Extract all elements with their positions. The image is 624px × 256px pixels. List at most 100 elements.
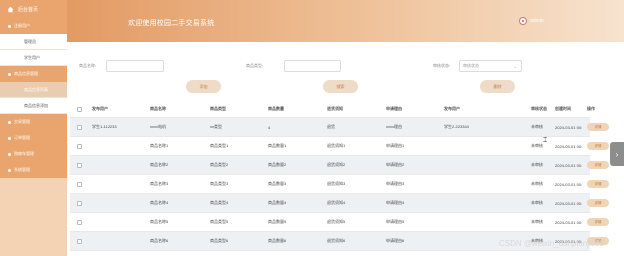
search-button[interactable]: 搜索 (323, 80, 358, 93)
review-status-label: 审核状态: (433, 63, 451, 68)
table-cell: xx类型 (210, 124, 222, 129)
row-checkbox[interactable] (77, 124, 82, 130)
table-cell: 未审核 (531, 200, 543, 205)
action-cell: 详情 (587, 156, 609, 174)
table-cell: 未审核 (531, 124, 543, 129)
table-cell: 商品名称3 (150, 181, 169, 186)
table-cell: 商品类型5 (210, 219, 229, 224)
sidebar-group[interactable]: 购物车管理 (0, 146, 67, 162)
table-cell: 2024-03-01 00: (555, 143, 583, 149)
delete-button[interactable]: 删除 (480, 80, 515, 93)
sidebar-home[interactable]: 后台首页 (0, 0, 67, 18)
table-cell: 申请理由2 (386, 162, 405, 167)
table-cell: 退货须知2 (327, 162, 346, 167)
table-cell: 未审核 (531, 143, 543, 148)
table-cell: 退货须知5 (327, 219, 346, 224)
table-header-cell: 申请理由 (386, 106, 402, 111)
detail-button[interactable]: 详情 (587, 199, 609, 207)
table-cell: 申请理由3 (386, 181, 405, 186)
table-cell: 学生1-112233 (92, 124, 117, 129)
header: 欢迎使用校园二手交易系统 admin (67, 0, 624, 42)
row-checkbox[interactable] (77, 219, 82, 225)
sidebar-group[interactable]: 系统管理 (0, 162, 67, 178)
action-cell: 详情 (587, 137, 609, 155)
table-cell: 商品名称1 (150, 143, 169, 148)
table-row: 商品名称4 商品类型4 商品数量4 退货须知4 申请理由4 未审核 2024-03-01 0… (70, 194, 609, 213)
menu-dot-icon (8, 120, 11, 124)
table-cell: 退货须知4 (327, 200, 346, 205)
sidebar-item-label: 学生用户 (24, 54, 40, 60)
sidebar-group[interactable]: 交易管理 (0, 114, 67, 130)
table-header-cell: 商品名称 (150, 106, 166, 111)
sidebar-item-label: 商品信息管理 (14, 71, 38, 76)
review-status-value: 审核状态 (463, 63, 479, 68)
action-cell: 详情 (587, 213, 609, 231)
data-table: 发布用户 商品名称 商品类型 商品数量 退货须知 申请理由 发布用户 审核状态 创建时间 操作 学生… (70, 101, 609, 251)
product-type-input[interactable] (284, 60, 341, 72)
chevron-right-icon: › (615, 149, 619, 159)
sidebar-group[interactable]: 注册用户 (0, 18, 67, 34)
table-cell: 商品类型1 (210, 143, 229, 148)
table-cell: 学生2-223344 (444, 124, 469, 129)
table-cell: 2024-03-01 00: (555, 200, 583, 206)
detail-button[interactable]: 详情 (587, 218, 609, 226)
table-row: 商品名称1 商品类型1 商品数量1 退货须知1 申请理由1 未审核 2024-03-01 0… (70, 137, 609, 156)
table-cell: 未审核 (531, 162, 543, 167)
next-arrow[interactable]: › (610, 142, 624, 166)
table-cell: 4 (268, 124, 271, 130)
table-row: 商品名称5 商品类型5 商品数量5 退货须知5 申请理由5 未审核 2024-03-01 0… (70, 213, 609, 232)
detail-button[interactable]: 详情 (587, 180, 609, 188)
table-cell: 商品数量2 (268, 162, 287, 167)
table-cell: 商品名称5 (150, 219, 169, 224)
table-cell: 商品名称4 (150, 200, 169, 205)
table-header-cell: 审核状态 (531, 106, 547, 111)
mouse-cursor-icon: ⌶ (543, 137, 548, 144)
row-checkbox[interactable] (77, 200, 82, 206)
sidebar-group[interactable]: 商品信息管理 (0, 66, 67, 82)
detail-button[interactable]: 详情 (587, 161, 609, 169)
chevron-down-icon: ⌄ (513, 64, 517, 69)
sidebar-item[interactable]: 商品信息添加 (0, 98, 67, 114)
detail-button[interactable]: 详情 (587, 142, 609, 150)
row-checkbox[interactable] (77, 181, 82, 187)
product-type-label: 商品类型: (246, 63, 264, 68)
sidebar-item[interactable]: 学生用户 (0, 50, 67, 66)
table-cell: 退货须知1 (327, 143, 346, 148)
table-cell: 商品数量4 (268, 200, 287, 205)
sidebar-group[interactable]: 订单管理 (0, 130, 67, 146)
table-row: 商品名称3 商品类型3 商品数量3 退货须知3 申请理由3 未审核 2024-03-01 0… (70, 175, 609, 194)
sidebar-item[interactable]: 商品信息列表 (0, 82, 67, 98)
table-header-cell: 操作 (587, 106, 595, 111)
watermark: CSDN @weixin_danpianji889 (499, 239, 605, 248)
row-checkbox[interactable] (77, 143, 82, 149)
table-cell: 商品名称6 (150, 238, 169, 243)
table-cell: 商品类型6 (210, 238, 229, 243)
detail-button[interactable]: 详情 (587, 123, 609, 131)
home-icon (7, 6, 14, 13)
sidebar-item-label: 购物车管理 (14, 151, 34, 156)
table-cell: 商品类型2 (210, 162, 229, 167)
table-header-cell: 发布用户 (444, 106, 460, 111)
user-menu[interactable]: admin (519, 17, 544, 25)
action-cell: 详情 (587, 194, 609, 212)
table-cell: 2024-03-01 00: (555, 219, 583, 225)
table-cell: 未审核 (531, 181, 543, 186)
select-all-checkbox[interactable] (77, 106, 82, 112)
table-header-cell: 创建时间 (555, 106, 571, 111)
username: admin (530, 18, 544, 24)
row-checkbox[interactable] (77, 238, 82, 244)
sidebar-item-label: 管理员 (24, 38, 36, 44)
menu-dot-icon (8, 72, 11, 76)
page-title: 欢迎使用校园二手交易系统 (128, 20, 215, 27)
menu-dot-icon (8, 24, 11, 28)
product-name-input[interactable] (106, 60, 164, 72)
sidebar-item[interactable]: 管理员 (0, 34, 67, 50)
review-status-select[interactable]: 审核状态 ⌄ (459, 60, 522, 72)
add-button[interactable]: 添加 (186, 80, 221, 93)
row-checkbox[interactable] (77, 162, 82, 168)
table-cell: 商品数量1 (268, 143, 287, 148)
sidebar-item-label: 交易管理 (14, 119, 30, 124)
avatar[interactable] (519, 17, 527, 25)
table-cell: 商品数量3 (268, 181, 287, 186)
table-cell: 商品类型3 (210, 181, 229, 186)
